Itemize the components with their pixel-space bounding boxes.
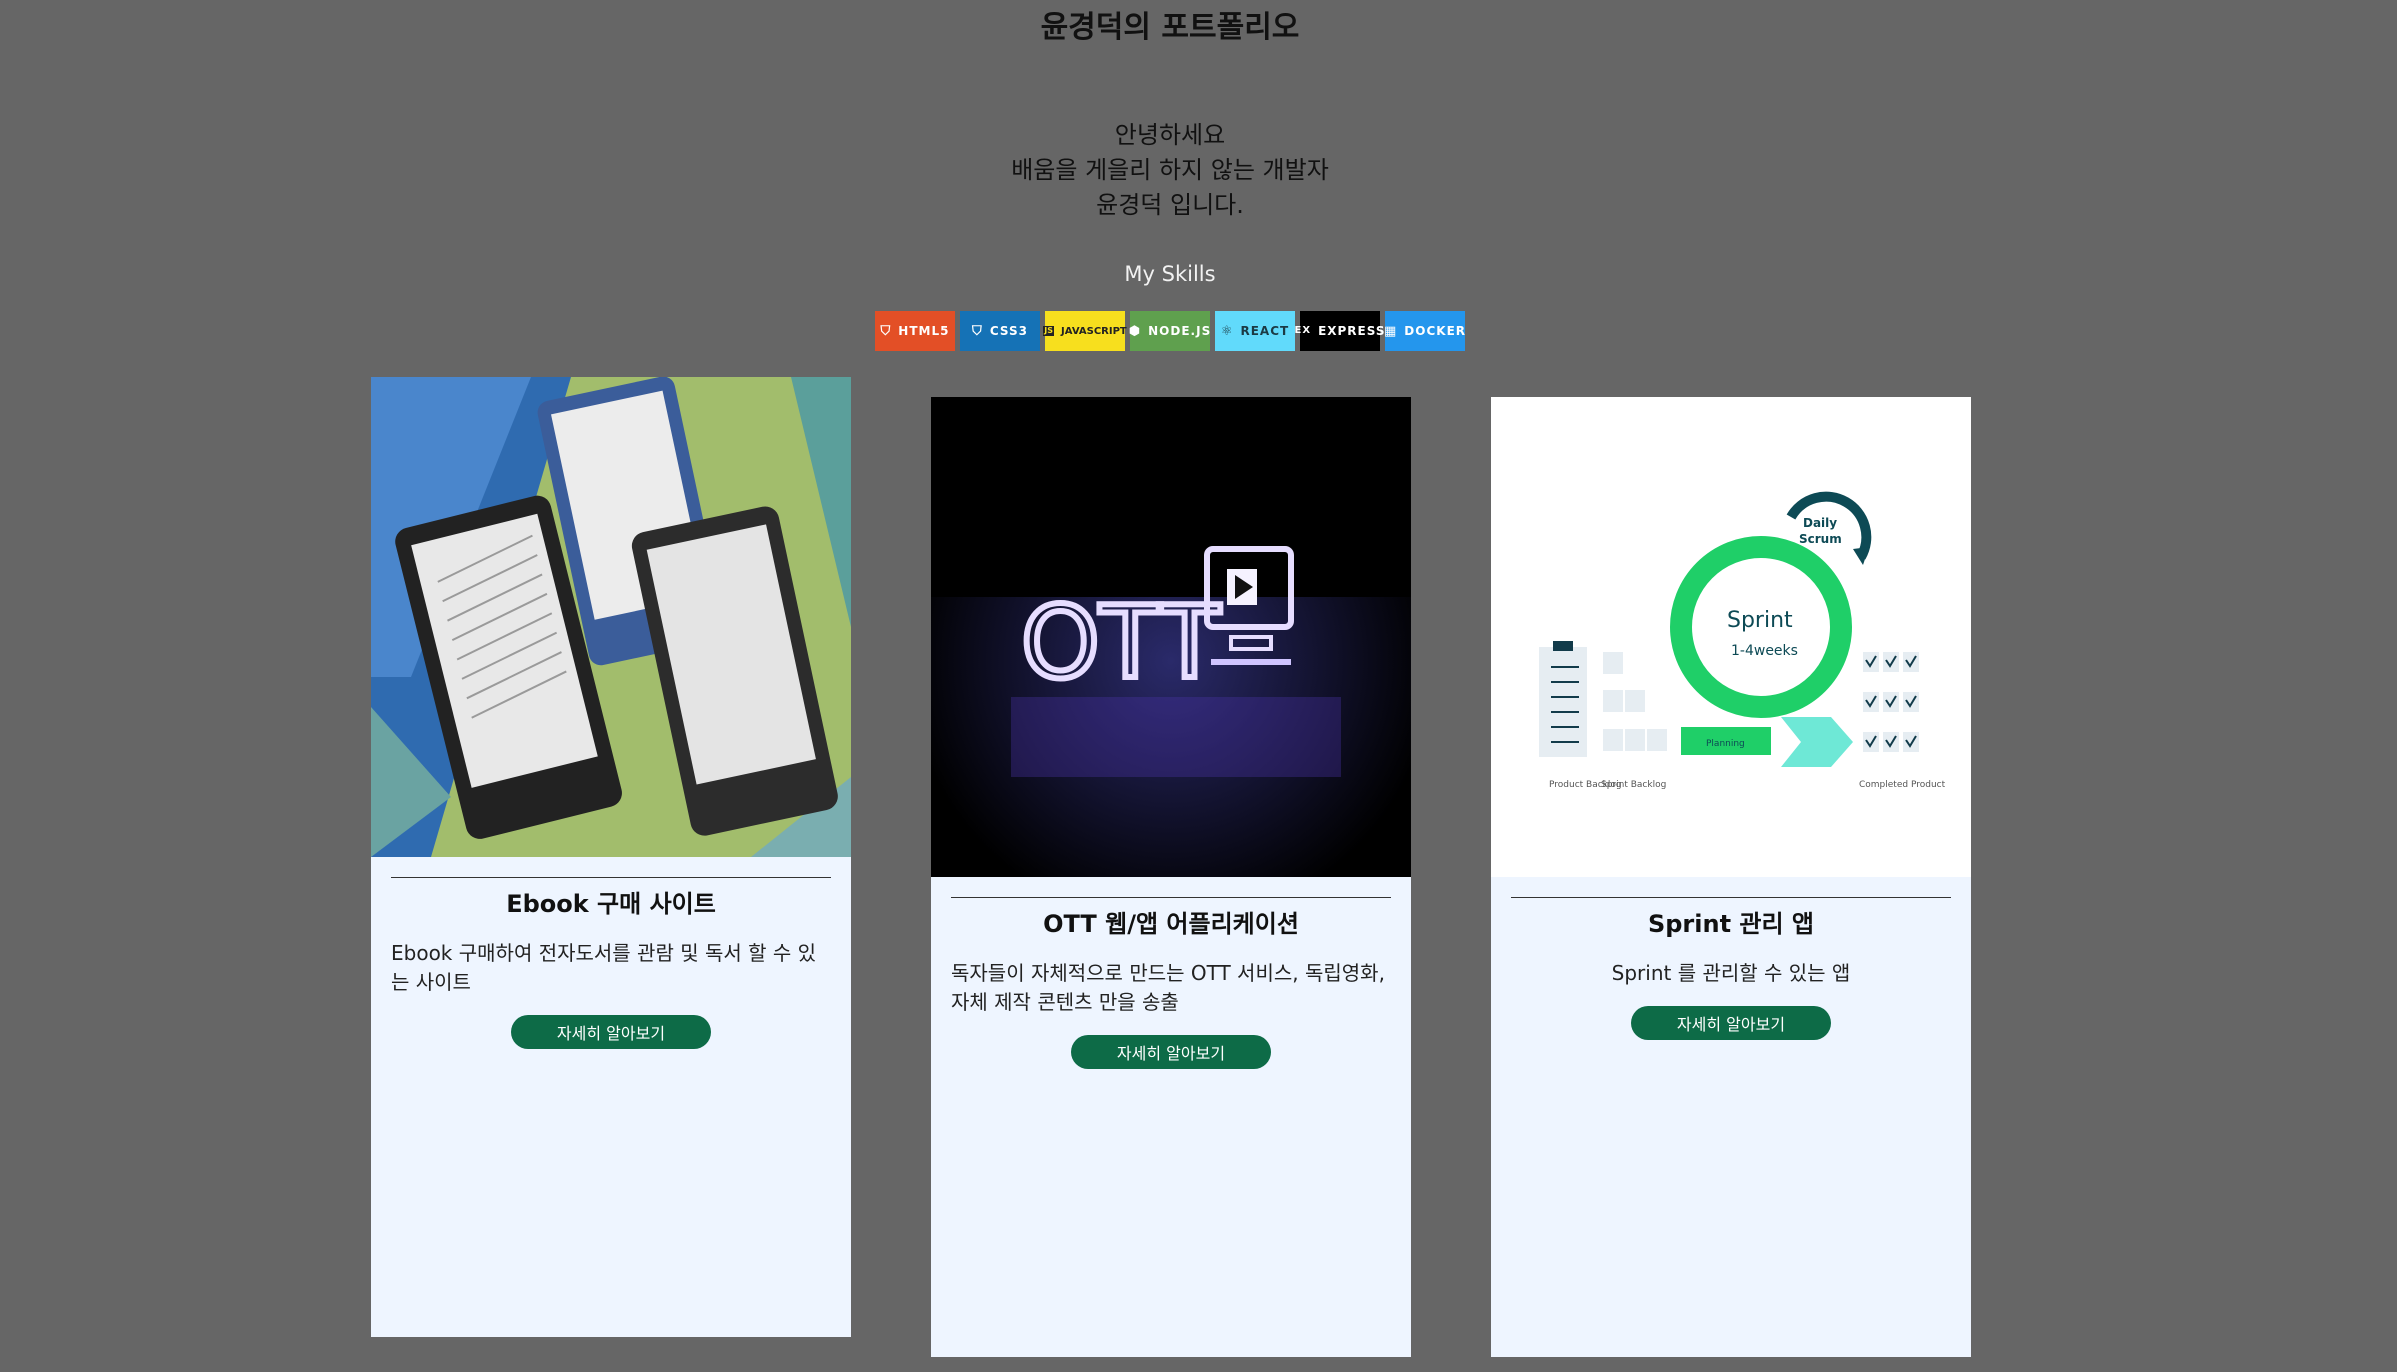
project-card-ebook: Ebook 구매 사이트 Ebook 구매하여 전자도서를 관람 및 독서 할 … xyxy=(371,377,851,1337)
daily-label: Daily xyxy=(1803,516,1837,530)
scrum-label: Scrum xyxy=(1799,532,1842,546)
css3-icon: ⛉ xyxy=(972,323,983,339)
completed-product-label: Completed Product xyxy=(1859,780,1946,790)
intro-line: 배움을 게을리 하지 않는 개발자 xyxy=(1011,156,1329,184)
ott-neon-image: OTT xyxy=(931,397,1411,877)
sprint-center-label: Sprint xyxy=(1727,608,1793,633)
card-title: Ebook 구매 사이트 xyxy=(506,890,716,918)
badge-label: JAVASCRIPT xyxy=(1061,325,1127,337)
learn-more-button[interactable]: 자세히 알아보기 xyxy=(1631,1006,1831,1040)
badge-javascript: JS JAVASCRIPT xyxy=(1043,311,1127,351)
duration-label: 1-4weeks xyxy=(1731,643,1798,659)
card-divider xyxy=(951,897,1391,898)
html5-icon: ⛉ xyxy=(880,323,892,339)
ott-illustration: OTT xyxy=(931,397,1411,877)
ebook-illustration xyxy=(371,377,851,857)
card-title: OTT 웹/앱 어플리케이션 xyxy=(1043,910,1299,938)
intro-text: 안녕하세요 배움을 게을리 하지 않는 개발자 윤경덕 입니다. xyxy=(0,118,2340,223)
project-card-ott: OTT OTT 웹/앱 어플리케이션 독자들이 자체적으로 만드는 OTT 서비… xyxy=(931,397,1411,1357)
card-body: Ebook 구매 사이트 Ebook 구매하여 전자도서를 관람 및 독서 할 … xyxy=(371,857,851,1049)
intro-line: 윤경덕 입니다. xyxy=(1096,191,1244,219)
badge-css3: ⛉ CSS3 xyxy=(960,311,1040,351)
card-body: Sprint 관리 앱 Sprint 를 관리할 수 있는 앱 자세히 알아보기 xyxy=(1491,877,1971,1040)
ebook-readers-image xyxy=(371,377,851,857)
learn-more-button[interactable]: 자세히 알아보기 xyxy=(511,1015,711,1049)
card-description: Ebook 구매하여 전자도서를 관람 및 독서 할 수 있는 사이트 xyxy=(391,941,817,994)
skill-badges: ⛉ HTML5 ⛉ CSS3 JS JAVASCRIPT ⬢ NODE.JS ⚛… xyxy=(0,311,2340,351)
badge-docker: ▦ DOCKER xyxy=(1384,311,1467,351)
badge-react: ⚛ REACT xyxy=(1215,311,1295,351)
react-icon: ⚛ xyxy=(1220,323,1234,339)
skills-title: My Skills xyxy=(1124,262,1216,286)
card-description: 독자들이 자체적으로 만드는 OTT 서비스, 독립영화, 자체 제작 콘텐츠 … xyxy=(951,961,1385,1014)
intro-line: 안녕하세요 xyxy=(1114,121,1226,149)
card-divider xyxy=(391,877,831,878)
docker-icon: ▦ xyxy=(1384,323,1398,339)
nodejs-icon: ⬢ xyxy=(1128,323,1142,339)
badge-label: CSS3 xyxy=(989,324,1028,338)
badge-label: REACT xyxy=(1240,324,1290,338)
badge-html5: ⛉ HTML5 xyxy=(875,311,955,351)
express-icon: ex xyxy=(1294,325,1312,336)
project-card-sprint: Product Backlog Sprint Backlog Daily Scr… xyxy=(1491,397,1971,1357)
badge-label: EXPRESS xyxy=(1318,324,1386,338)
learn-more-button[interactable]: 자세히 알아보기 xyxy=(1071,1035,1271,1069)
sprint-diagram-image: Product Backlog Sprint Backlog Daily Scr… xyxy=(1491,397,1971,877)
badge-nodejs: ⬢ NODE.JS xyxy=(1128,311,1212,351)
badge-label: NODE.JS xyxy=(1148,324,1212,338)
card-divider xyxy=(1511,897,1951,898)
card-body: OTT 웹/앱 어플리케이션 독자들이 자체적으로 만드는 OTT 서비스, 독… xyxy=(931,877,1411,1069)
badge-label: HTML5 xyxy=(898,324,950,338)
card-description: Sprint 를 관리할 수 있는 앱 xyxy=(1611,961,1851,985)
sprint-diagram: Product Backlog Sprint Backlog Daily Scr… xyxy=(1491,397,1971,877)
page-title: 윤경덕의 포트폴리오 xyxy=(1040,10,1300,45)
badge-label: DOCKER xyxy=(1404,324,1467,338)
ott-neon-text: OTT xyxy=(1021,584,1221,701)
card-title: Sprint 관리 앱 xyxy=(1647,910,1815,938)
planning-label: Planning xyxy=(1706,739,1745,749)
badge-express: ex EXPRESS xyxy=(1295,311,1384,351)
javascript-icon: JS xyxy=(1043,326,1055,336)
sprint-backlog-label: Sprint Backlog xyxy=(1601,780,1666,790)
